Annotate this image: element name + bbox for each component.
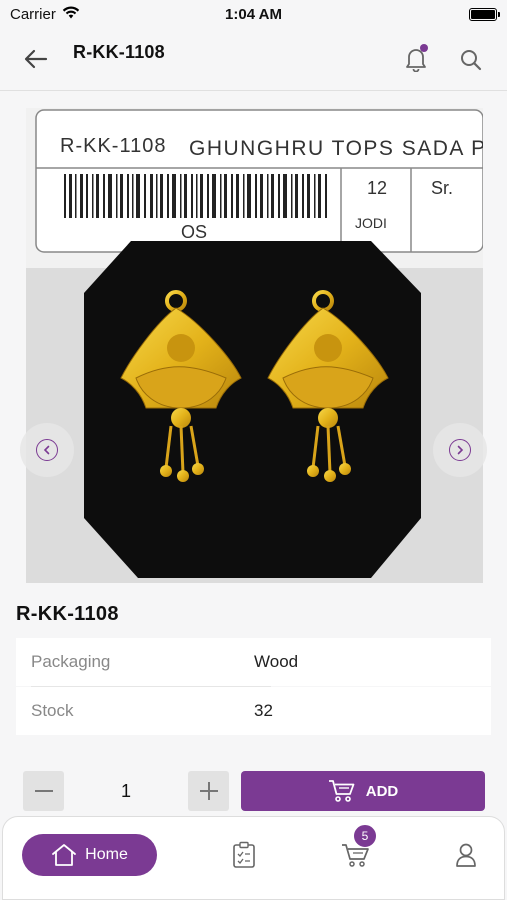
tag-code-text: R-KK-1108: [60, 135, 166, 157]
tag-count-text: 12: [367, 178, 387, 198]
product-image: R-KK-1108 GHUNGHRU TOPS SADA PU 12 JODI …: [26, 108, 483, 583]
tag-name-text: GHUNGHRU TOPS SADA PU: [189, 137, 483, 160]
chevron-right-icon: [449, 439, 471, 461]
status-left: Carrier: [10, 6, 80, 23]
minus-icon: [34, 790, 53, 792]
product-image-carousel[interactable]: R-KK-1108 GHUNGHRU TOPS SADA PU 12 JODI …: [26, 108, 483, 583]
search-button[interactable]: [455, 44, 487, 76]
detail-label: Packaging: [31, 652, 111, 671]
add-to-cart-button[interactable]: ADD: [241, 771, 485, 811]
cart-icon: [328, 780, 355, 802]
battery-icon: [469, 7, 500, 21]
chevron-left-icon: [36, 439, 58, 461]
nav-home-button[interactable]: Home: [22, 834, 157, 876]
page-title: R-KK-1108: [73, 42, 165, 62]
product-code: R-KK-1108: [16, 603, 119, 625]
clipboard-icon: [233, 841, 255, 868]
carousel-prev-button[interactable]: [20, 423, 74, 477]
cart-count-badge: 5: [353, 824, 377, 848]
notification-dot: [420, 44, 428, 52]
search-icon: [461, 50, 482, 71]
home-icon: [52, 844, 77, 866]
status-bar: Carrier 1:04 AM: [0, 0, 507, 28]
add-button-label: ADD: [365, 782, 399, 800]
app-header: R-KK-1108: [0, 28, 507, 90]
plus-icon: [199, 782, 218, 800]
bottom-navigation: Home 5: [2, 816, 505, 900]
wifi-icon: [62, 5, 80, 23]
detail-value: 32: [254, 701, 273, 720]
user-icon: [456, 843, 476, 867]
header-divider: [0, 90, 507, 91]
back-button[interactable]: [20, 44, 52, 74]
notifications-button[interactable]: [400, 42, 432, 76]
quantity-decrease-button[interactable]: [23, 771, 64, 811]
detail-row-stock: Stock 32: [16, 687, 491, 735]
detail-row-packaging: Packaging Wood: [16, 638, 491, 686]
quantity-value[interactable]: 1: [64, 771, 188, 811]
tag-sr-text: Sr.: [431, 178, 453, 198]
tag-unit-text: JODI: [355, 215, 387, 231]
nav-orders-button[interactable]: [227, 837, 261, 873]
quantity-increase-button[interactable]: [188, 771, 229, 811]
carrier-label: Carrier: [10, 5, 56, 23]
product-details: Packaging Wood Stock 32: [16, 638, 491, 735]
home-label: Home: [85, 846, 128, 863]
carousel-next-button[interactable]: [433, 423, 487, 477]
detail-value: Wood: [254, 652, 299, 671]
nav-profile-button[interactable]: [449, 837, 483, 873]
back-arrow-icon: [24, 49, 48, 69]
detail-label: Stock: [31, 701, 74, 720]
tag-os-text: OS: [181, 222, 207, 242]
